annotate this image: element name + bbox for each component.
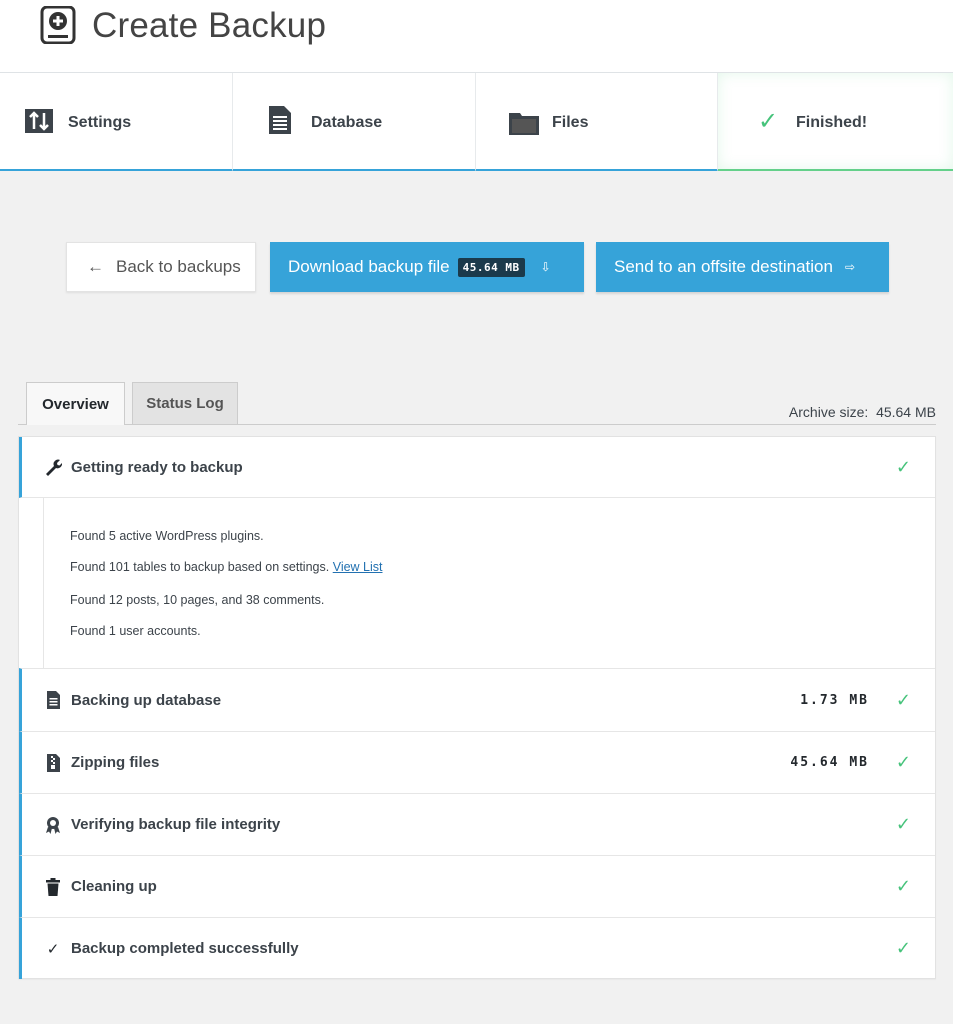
step-row-database[interactable]: Backing up database 1.73 MB ✓	[19, 668, 935, 732]
detail-line: Found 101 tables to backup based on sett…	[70, 560, 383, 574]
step-database[interactable]: Database	[233, 73, 476, 172]
folder-icon	[509, 113, 539, 135]
download-button-label: Download backup file	[288, 257, 450, 276]
check-icon: ✓	[46, 940, 60, 958]
archive-size-label: Archive size:	[788, 404, 869, 420]
progress-steps: Settings Database Files ✓ Finished!	[0, 72, 953, 172]
step-row-cleaning[interactable]: Cleaning up ✓	[19, 856, 935, 918]
view-list-link[interactable]: View List	[333, 560, 383, 574]
send-offsite-button[interactable]: Send to an offsite destination ⇨	[596, 242, 889, 292]
backup-steps-panel: Getting ready to backup ✓ Found 5 active…	[18, 436, 936, 979]
step-row-completed[interactable]: ✓ Backup completed successfully ✓	[19, 918, 935, 979]
step-settings[interactable]: Settings	[0, 73, 233, 172]
award-ribbon-icon	[46, 816, 60, 834]
document-icon	[269, 106, 291, 134]
back-to-backups-button[interactable]: ← Back to backups	[66, 242, 256, 292]
step-row-zipping[interactable]: Zipping files 45.64 MB ✓	[19, 732, 935, 794]
check-icon: ✓	[895, 876, 911, 896]
download-backup-button[interactable]: Download backup file 45.64 MB ⇩	[270, 242, 584, 292]
row-size: 45.64 MB	[790, 755, 869, 770]
step-details: Found 5 active WordPress plugins. Found …	[43, 498, 935, 668]
step-files[interactable]: Files	[476, 73, 718, 172]
detail-text: Found 101 tables to backup based on sett…	[70, 560, 330, 574]
archive-size-value: 45.64 MB	[876, 404, 936, 420]
row-label: Backup completed successfully	[71, 940, 299, 957]
step-finished[interactable]: ✓ Finished!	[718, 73, 953, 172]
row-label: Verifying backup file integrity	[71, 816, 281, 833]
row-label: Cleaning up	[71, 878, 157, 895]
download-icon: ⇩	[540, 260, 551, 274]
archive-size: Archive size: 45.64 MB	[789, 404, 936, 420]
tab-status-log[interactable]: Status Log	[132, 382, 238, 424]
row-size: 1.73 MB	[800, 692, 869, 708]
row-label: Zipping files	[71, 754, 160, 771]
tab-overview[interactable]: Overview	[26, 382, 125, 425]
check-icon: ✓	[895, 689, 911, 710]
tabs-divider	[18, 424, 936, 425]
check-icon: ✓	[895, 938, 911, 958]
row-label: Getting ready to backup	[71, 458, 243, 476]
detail-line: Found 5 active WordPress plugins.	[70, 529, 264, 543]
detail-line: Found 12 posts, 10 pages, and 38 comment…	[70, 593, 325, 607]
send-button-label: Send to an offsite destination	[614, 257, 833, 276]
check-icon: ✓	[895, 752, 911, 772]
export-icon: ⇨	[844, 260, 856, 274]
backup-drive-icon	[40, 6, 76, 44]
trash-icon	[46, 877, 60, 896]
sliders-icon	[25, 109, 53, 133]
back-button-label: Back to backups	[116, 257, 241, 276]
row-label: Backing up database	[71, 691, 222, 709]
step-label: Database	[311, 114, 383, 131]
check-icon: ✓	[758, 108, 779, 135]
check-icon: ✓	[895, 814, 911, 834]
check-icon: ✓	[895, 456, 911, 477]
arrow-left-icon: ←	[87, 257, 104, 276]
zip-file-icon	[47, 753, 60, 772]
page-title: Create Backup	[92, 6, 327, 45]
size-badge: 45.64 MB	[457, 257, 525, 277]
step-label: Settings	[68, 114, 132, 131]
step-row-getting-ready[interactable]: Getting ready to backup ✓	[19, 437, 935, 498]
step-label: Files	[552, 114, 589, 131]
detail-line: Found 1 user accounts.	[70, 624, 201, 638]
page-header: Create Backup	[0, 0, 953, 72]
wrench-icon	[46, 459, 62, 476]
database-doc-icon	[47, 691, 60, 709]
step-row-verifying[interactable]: Verifying backup file integrity ✓	[19, 794, 935, 856]
step-label: Finished!	[796, 114, 868, 131]
